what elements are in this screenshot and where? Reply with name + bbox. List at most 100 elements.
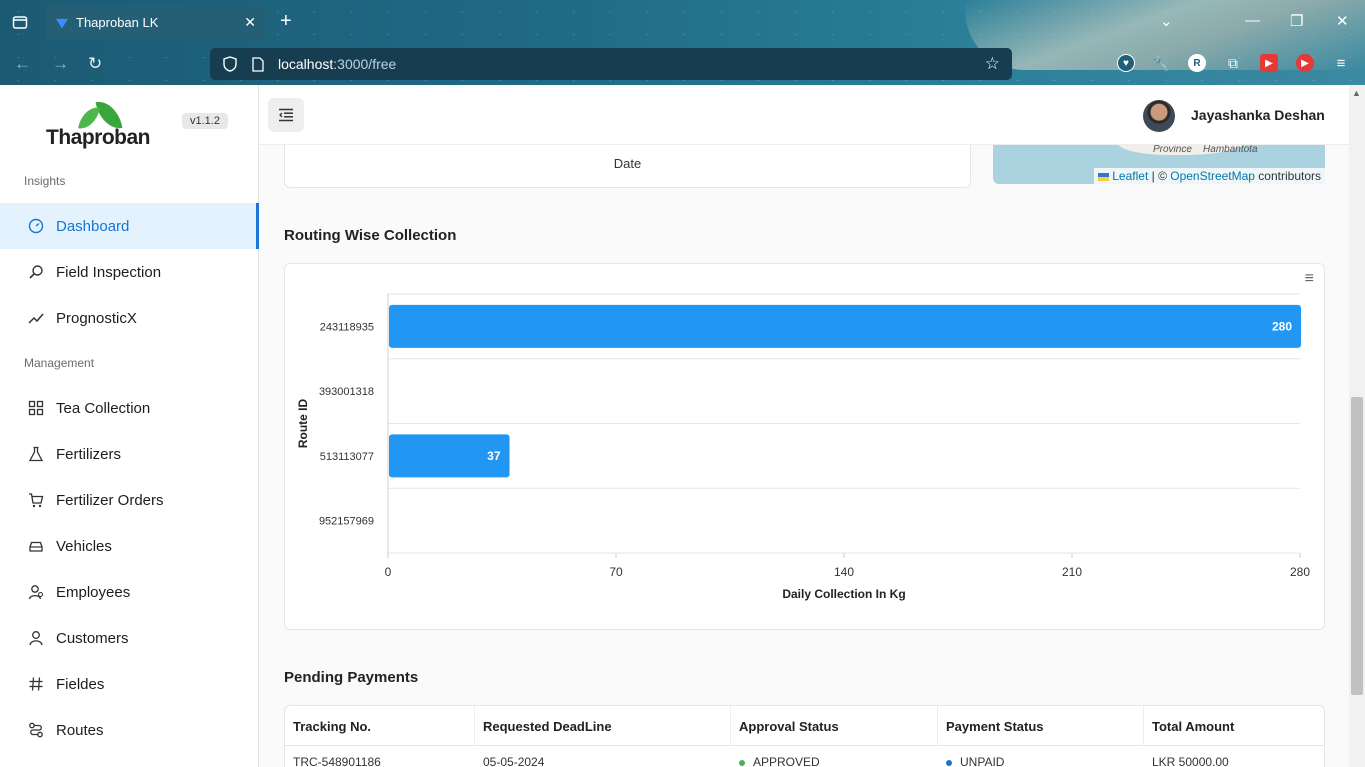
sidebar-item-label: Routes: [56, 721, 104, 739]
scroll-thumb[interactable]: [1351, 397, 1363, 695]
hash-icon: [28, 676, 44, 692]
y-tick-label: 393001318: [319, 386, 374, 398]
user-name[interactable]: Jayashanka Deshan: [1191, 107, 1325, 123]
sidebar-item-label: Customers: [56, 629, 129, 647]
cart-icon: [28, 492, 44, 508]
attribution-tail: contributors: [1254, 169, 1321, 183]
logo[interactable]: Thaproban: [46, 98, 156, 150]
map-label-hambantota: Hambantota: [1203, 145, 1258, 155]
scroll-up-icon[interactable]: ▲: [1352, 88, 1361, 98]
shield-icon[interactable]: [222, 56, 238, 72]
reload-button[interactable]: ↻: [88, 54, 102, 74]
y-axis-label: Route ID: [296, 399, 310, 449]
approved-status-dot: [739, 759, 745, 766]
tab-title: Thaproban LK: [76, 15, 159, 30]
sidebar-item-routes[interactable]: Routes: [0, 707, 259, 753]
x-tick-label: 0: [385, 565, 392, 579]
pocket-icon[interactable]: ♥: [1117, 54, 1135, 72]
attribution-separator: | ©: [1148, 169, 1171, 183]
flask-icon: [28, 446, 44, 462]
sidebar-item-customers[interactable]: Customers: [0, 615, 259, 661]
sidebar-item-label: Fertilizer Orders: [56, 491, 164, 509]
column-payment[interactable]: Payment Status: [938, 706, 1144, 746]
sidebar-item-label: Vehicles: [56, 537, 112, 555]
trend-icon: [28, 310, 44, 326]
payment-status-text: UNPAID: [960, 755, 1005, 767]
sidebar-item-tea-collection[interactable]: Tea Collection: [0, 385, 259, 431]
employees-icon: [28, 584, 44, 600]
map-attribution: Leaflet | © OpenStreetMap contributors: [1093, 168, 1325, 184]
youtube-icon[interactable]: ▶: [1260, 54, 1278, 72]
x-tick-label: 280: [1290, 565, 1310, 579]
page-scrollbar[interactable]: ▲: [1349, 85, 1365, 767]
favicon-icon: [56, 18, 68, 29]
minimize-button[interactable]: —: [1245, 12, 1260, 29]
page-icon[interactable]: [250, 56, 266, 72]
menu-collapse-icon: [279, 108, 293, 122]
new-tab-button[interactable]: +: [280, 10, 292, 33]
sidebar-item-dashboard[interactable]: Dashboard: [0, 203, 259, 249]
unpaid-status-dot: [946, 759, 952, 766]
cell-approval: APPROVED: [731, 755, 820, 767]
approval-status-text: APPROVED: [753, 755, 820, 767]
map-card[interactable]: Province Hambantota Leaflet | © OpenStre…: [993, 145, 1325, 184]
extensions-icon[interactable]: ⧉: [1224, 54, 1242, 72]
url-bar[interactable]: localhost :3000/free ☆: [210, 48, 1012, 80]
sidebar-toggle-button[interactable]: [268, 98, 304, 132]
routing-section-title: Routing Wise Collection: [284, 227, 457, 244]
browser-chrome: Thaproban LK ✕ + ⌄ — ❐ ✕ ← → ↻ localhost…: [0, 0, 1365, 85]
browser-tab[interactable]: Thaproban LK ✕: [46, 5, 266, 40]
bookmark-star-icon[interactable]: ☆: [985, 54, 1000, 74]
cell-deadline: 05-05-2024: [483, 755, 545, 767]
user-icon: [28, 630, 44, 646]
section-insights: Insights: [24, 174, 66, 188]
play-icon[interactable]: ▶: [1296, 54, 1314, 72]
search-icon: [28, 264, 44, 280]
sidebar-item-label: Employees: [56, 583, 131, 601]
app-menu-icon[interactable]: ≡: [1332, 54, 1350, 72]
back-button[interactable]: ←: [14, 54, 31, 74]
main-content: Date Province Hambantota Leaflet | © Ope…: [259, 145, 1349, 767]
tab-overview-icon[interactable]: [8, 10, 32, 34]
nav-bar: ← → ↻ localhost :3000/free ☆ ♥ 🔧 R ⧉ ▶ ▶…: [0, 44, 1365, 85]
column-approval[interactable]: Approval Status: [731, 706, 938, 746]
cell-payment: UNPAID: [938, 755, 1004, 767]
section-management: Management: [24, 356, 95, 370]
sidebar-item-label: Dashboard: [56, 217, 130, 235]
ukraine-flag-icon: [1097, 172, 1109, 181]
tab-list-icon[interactable]: ⌄: [1160, 12, 1173, 30]
sidebar-item-label: PrognosticX: [56, 309, 137, 327]
extension-r-icon[interactable]: R: [1188, 54, 1206, 72]
map-labels: Province Hambantota: [1153, 145, 1258, 155]
osm-link[interactable]: OpenStreetMap: [1170, 169, 1255, 183]
map-label-province: Province: [1153, 145, 1192, 155]
bar: [389, 304, 1301, 348]
table-header: Tracking No. Requested DeadLine Approval…: [285, 706, 1324, 746]
close-window-button[interactable]: ✕: [1336, 12, 1349, 30]
tab-strip: Thaproban LK ✕ + ⌄ — ❐ ✕: [0, 0, 1365, 44]
avatar[interactable]: [1143, 100, 1175, 132]
routing-chart-card: ≡ 243118935 280 393001318 513113077 37 952157…: [284, 263, 1325, 630]
x-tick-label: 140: [834, 565, 854, 579]
sidebar-item-vehicles[interactable]: Vehicles: [0, 523, 259, 569]
x-tick-label: 210: [1062, 565, 1082, 579]
version-badge: v1.1.2: [182, 113, 228, 129]
logo-text: Thaproban: [46, 126, 151, 149]
sidebar-item-employees[interactable]: Employees: [0, 569, 259, 615]
maximize-button[interactable]: ❐: [1290, 12, 1303, 30]
url-host: localhost: [278, 56, 334, 72]
close-tab-icon[interactable]: ✕: [244, 14, 256, 31]
column-tracking[interactable]: Tracking No.: [285, 706, 475, 746]
sidebar-item-fertilizers[interactable]: Fertilizers: [0, 431, 259, 477]
wrench-icon[interactable]: 🔧: [1152, 54, 1170, 72]
sidebar-item-label: Fertilizers: [56, 445, 122, 463]
sidebar-item-prognosticx[interactable]: PrognosticX: [0, 295, 259, 341]
forward-button[interactable]: →: [52, 54, 69, 74]
sidebar-item-fertilizer-orders[interactable]: Fertilizer Orders: [0, 477, 259, 523]
sidebar: Thaproban v1.1.2 Insights Dashboard Fiel…: [0, 85, 259, 767]
sidebar-item-fieldes[interactable]: Fieldes: [0, 661, 259, 707]
column-deadline[interactable]: Requested DeadLine: [475, 706, 731, 746]
column-amount[interactable]: Total Amount: [1144, 706, 1324, 746]
leaflet-link[interactable]: Leaflet: [1112, 169, 1148, 183]
sidebar-item-field-inspection[interactable]: Field Inspection: [0, 249, 259, 295]
